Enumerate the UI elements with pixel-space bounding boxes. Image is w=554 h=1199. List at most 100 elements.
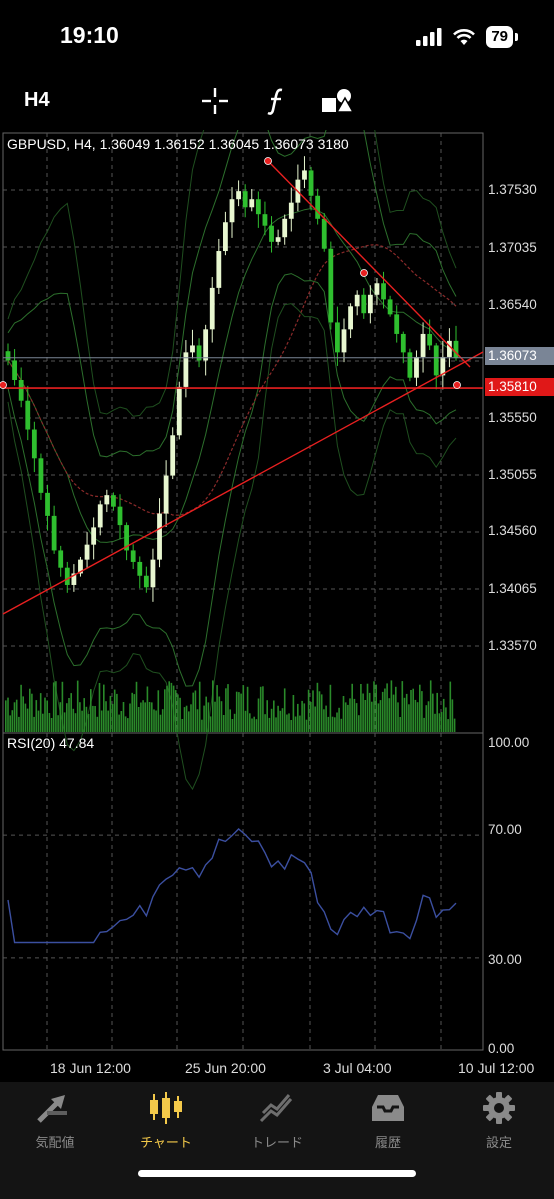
volume-bar [222,715,225,732]
volume-bar [166,685,168,732]
volume-bar [249,713,251,732]
outer-upper-band [7,130,457,417]
volume-bar [22,696,24,732]
volume-bar [377,703,380,732]
volume-bar [379,700,382,732]
volume-bar [96,716,99,732]
volume-bar [144,702,146,732]
volume-bar [327,716,330,732]
volume-bar [331,716,334,732]
tab-quotes[interactable]: 気配値 [5,1090,105,1150]
candle-body [209,287,215,330]
horizontal-line-price-tag[interactable]: 1.35810 [485,378,554,396]
volume-bar [98,683,101,732]
volume-bar [262,686,264,732]
lower-band [7,273,457,687]
volume-bar [207,702,210,732]
volume-bar [5,700,7,732]
price-label: 1.33570 [488,638,537,653]
volume-bar [214,701,216,732]
candle-body [12,360,17,380]
volume-bar [183,707,186,732]
volume-bar [299,715,301,732]
volume-bar [360,684,362,732]
volume-bars [5,680,456,732]
tab-settings[interactable]: 設定 [449,1090,549,1150]
candle-body [400,333,406,353]
candle-body [282,218,288,238]
trendline-anchor [0,381,7,389]
volume-bar [264,714,266,732]
volume-bar [436,692,438,732]
volume-bar [205,696,207,732]
home-indicator [138,1170,416,1177]
candle-body [163,475,169,514]
candle-body [84,544,90,560]
volume-bar [266,700,268,732]
tab-label: 気配値 [35,1135,75,1150]
volume-bar [403,697,406,732]
chart-title: GBPUSD, H4, 1.36049 1.36152 1.36045 1.36… [7,136,349,152]
candle-body [288,202,294,219]
volume-bar [316,682,319,732]
volume-bar [87,713,90,732]
tab-chart[interactable]: チャート [116,1090,216,1150]
price-chart[interactable] [0,130,554,1082]
candle-body [51,515,57,551]
candle-body [427,333,433,346]
volume-bar [131,692,133,732]
volume-bar [255,719,258,732]
volume-bar [290,720,292,732]
volume-bar [412,688,414,732]
candle-body [111,495,116,507]
volume-bar [427,701,430,732]
volume-bar [434,713,436,732]
volume-bar [55,681,57,732]
chart-area[interactable]: GBPUSD, H4, 1.36049 1.36152 1.36045 1.36… [0,130,554,1082]
tab-history[interactable]: 履歴 [338,1090,438,1150]
candle-body [236,191,241,200]
volume-bar [453,718,456,732]
crosshair-button[interactable] [198,84,232,118]
volume-bar [48,713,51,732]
volume-bar [135,681,138,732]
volume-bar [57,715,59,732]
volume-bar [310,701,312,732]
indicators-button[interactable] [260,84,294,118]
candle-body [387,299,393,315]
volume-bar [170,682,173,732]
volume-bar [438,713,441,732]
volume-bar [44,697,46,732]
volume-bar [336,712,338,732]
trend-lines[interactable] [0,157,484,615]
tab-label: トレード [250,1135,303,1150]
volume-bar [384,688,386,732]
volume-bar [172,685,175,732]
volume-bar [349,698,351,732]
objects-button[interactable] [320,84,354,118]
volume-bar [408,704,410,732]
candle-body [269,225,274,242]
volume-bar [368,692,371,732]
volume-bar [292,695,295,732]
volume-bar [238,692,240,732]
tab-trade[interactable]: トレード [227,1090,327,1150]
volume-bar [83,698,85,732]
volume-bar [137,707,140,732]
timeframe-selector[interactable]: H4 [24,89,50,112]
volume-bar [105,701,107,732]
price-label: 1.37530 [488,182,537,197]
volume-bar [303,703,306,732]
volume-bar [246,686,249,732]
volume-bar [318,691,321,732]
volume-bar [127,718,129,732]
rsi-title: RSI(20) 47.84 [7,735,95,751]
volume-bar [164,689,166,732]
volume-bar [390,680,393,732]
candle-body [262,214,268,226]
candle-body [150,559,156,588]
volume-bar [320,694,323,732]
battery-icon [515,33,518,41]
volume-bar [257,698,260,732]
volume-bar [31,693,33,732]
